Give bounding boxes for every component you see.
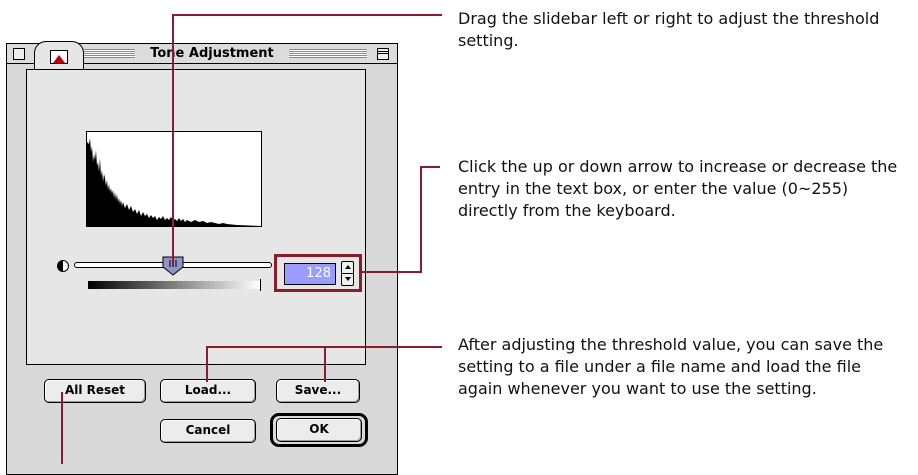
cancel-button[interactable]: Cancel [160,419,256,443]
close-box[interactable] [13,48,25,60]
callout-line-stepper-top [420,166,440,168]
callout-line-stepper-vertical [420,166,422,273]
arrow-up-icon[interactable] [345,265,351,269]
callout-line-load-vertical [206,346,208,382]
threshold-value-input[interactable]: 128 [284,263,336,285]
tone-gradient-bar [88,281,260,289]
all-reset-button[interactable]: All Reset [44,379,146,403]
histogram-graph [87,138,261,226]
callout-line-stepper-bottom [360,271,422,273]
gradient-bar-end-mark [260,279,261,291]
callout-text-stepper: Click the up or down arrow to increase o… [458,157,898,220]
callout-text-load-save: After adjusting the threshold value, you… [458,335,884,398]
callout-line-allreset-vertical [61,392,63,464]
histogram-display [86,131,262,227]
callout-line-save-vertical [324,346,326,382]
tab-histogram[interactable] [34,41,84,71]
load-button[interactable]: Load... [160,379,256,403]
threshold-stepper[interactable] [341,261,354,286]
callout-line-slider-vertical [172,14,174,266]
arrow-down-icon[interactable] [345,277,351,281]
window-title: Tone Adjustment [135,46,289,61]
collapse-box[interactable] [377,48,389,60]
callout-text-slidebar: Drag the slidebar left or right to adjus… [458,9,880,50]
title-stripes-right [289,49,367,58]
ok-button[interactable]: OK [276,418,362,442]
stepper-divider [342,273,353,274]
contrast-icon [57,260,69,272]
save-button[interactable]: Save... [276,379,360,403]
histogram-tab-icon [50,50,68,64]
callout-line-slider-horizontal [172,14,442,16]
